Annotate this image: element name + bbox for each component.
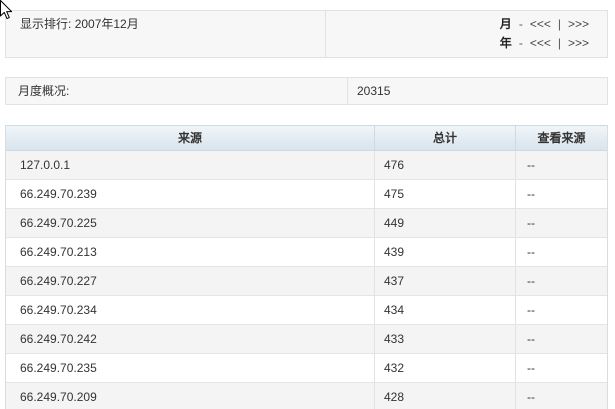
table-row: 66.249.70.239 475 -- (6, 180, 607, 209)
period-navigation-cell: 月 - <<< | >>> 年 - <<< | >>> (326, 11, 607, 57)
total-cell: 475 (374, 180, 515, 208)
total-cell: 433 (374, 325, 515, 353)
year-prev-link[interactable]: <<< (530, 34, 551, 53)
table-row: 66.249.70.227 437 -- (6, 267, 607, 296)
ranking-label: 显示排行: (20, 17, 72, 31)
view-source-cell: -- (515, 267, 607, 295)
table-row: 66.249.70.235 432 -- (6, 354, 607, 383)
month-nav-divider: | (557, 17, 561, 31)
view-source-cell: -- (515, 209, 607, 237)
monthly-overview-value: 20315 (357, 84, 391, 98)
view-source-cell: -- (515, 325, 607, 353)
year-nav-divider: | (557, 36, 561, 50)
view-source-cell: -- (515, 238, 607, 266)
column-header-source: 来源 (177, 131, 202, 145)
year-navigation: 年 - <<< | >>> (326, 34, 589, 53)
total-cell: 449 (374, 209, 515, 237)
ranking-period: 2007年12月 (74, 17, 139, 31)
total-cell: 432 (374, 354, 515, 382)
month-prev-link[interactable]: <<< (530, 15, 551, 34)
monthly-overview-panel: 月度概况: 20315 (5, 77, 608, 105)
total-cell: 434 (374, 296, 515, 324)
source-cell: 127.0.0.1 (20, 158, 71, 172)
table-row: 66.249.70.209 428 -- (6, 383, 607, 409)
column-header-total: 总计 (374, 126, 515, 150)
table-row: 127.0.0.1 476 -- (6, 151, 607, 180)
source-cell: 66.249.70.239 (20, 187, 97, 201)
table-row: 66.249.70.225 449 -- (6, 209, 607, 238)
total-cell: 476 (374, 151, 515, 179)
view-source-cell: -- (515, 354, 607, 382)
column-header-view-source: 查看来源 (515, 126, 607, 150)
view-source-cell: -- (515, 383, 607, 409)
table-row: 66.249.70.234 434 -- (6, 296, 607, 325)
table-row: 66.249.70.242 433 -- (6, 325, 607, 354)
view-source-cell: -- (515, 180, 607, 208)
source-cell: 66.249.70.235 (20, 361, 97, 375)
year-nav-label: 年 (499, 36, 512, 50)
view-source-cell: -- (515, 296, 607, 324)
month-nav-label: 月 (499, 17, 512, 31)
total-cell: 437 (374, 267, 515, 295)
year-next-link[interactable]: >>> (568, 34, 589, 53)
year-nav-dash: - (518, 36, 523, 50)
ranking-period-cell: 显示排行: 2007年12月 (6, 11, 326, 57)
total-cell: 428 (374, 383, 515, 409)
mouse-pointer-icon (0, 0, 13, 20)
source-cell: 66.249.70.213 (20, 245, 97, 259)
total-cell: 439 (374, 238, 515, 266)
ranking-panel: 显示排行: 2007年12月 月 - <<< | >>> 年 - <<< | >… (5, 10, 608, 58)
month-nav-dash: - (518, 17, 523, 31)
sources-table: 来源 总计 查看来源 127.0.0.1 476 -- 66.249.70.23… (5, 125, 608, 409)
month-next-link[interactable]: >>> (568, 15, 589, 34)
view-source-cell: -- (515, 151, 607, 179)
source-cell: 66.249.70.234 (20, 303, 97, 317)
source-cell: 66.249.70.209 (20, 390, 97, 404)
monthly-overview-label: 月度概况: (6, 78, 348, 104)
table-header-row: 来源 总计 查看来源 (6, 125, 607, 151)
source-cell: 66.249.70.225 (20, 216, 97, 230)
month-navigation: 月 - <<< | >>> (326, 15, 589, 34)
source-cell: 66.249.70.227 (20, 274, 97, 288)
source-cell: 66.249.70.242 (20, 332, 97, 346)
table-row: 66.249.70.213 439 -- (6, 238, 607, 267)
